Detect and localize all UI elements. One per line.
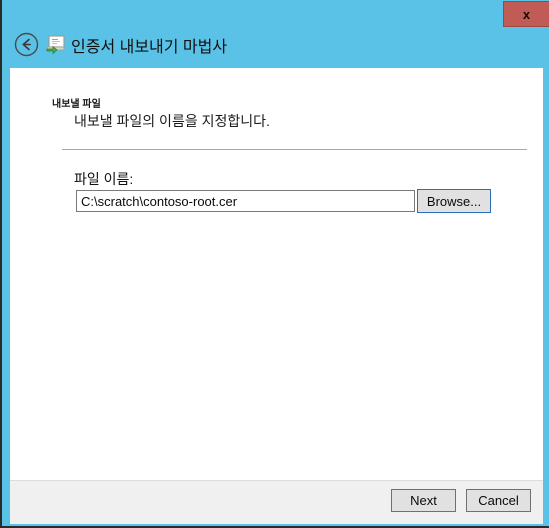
- section-subtitle: 내보낼 파일의 이름을 지정합니다.: [74, 113, 270, 129]
- certificate-export-icon: [45, 34, 66, 55]
- certificate-export-wizard-window: x 인증서 내보내기 마법사 내보낼 파일 내보낼 파일의 이름을 지정합니다.: [0, 0, 549, 528]
- browse-button[interactable]: Browse...: [417, 189, 491, 213]
- close-icon[interactable]: x: [503, 1, 549, 27]
- filename-label: 파일 이름:: [74, 171, 134, 187]
- back-arrow-icon[interactable]: [14, 32, 39, 57]
- filename-input[interactable]: [76, 190, 415, 212]
- header-separator: [62, 149, 527, 150]
- window-title: 인증서 내보내기 마법사: [71, 39, 228, 56]
- footer-bar: [10, 480, 543, 524]
- title-bar: x 인증서 내보내기 마법사: [2, 0, 549, 68]
- next-button[interactable]: Next: [391, 489, 456, 512]
- section-heading: 내보낼 파일: [52, 99, 101, 110]
- cancel-button[interactable]: Cancel: [466, 489, 531, 512]
